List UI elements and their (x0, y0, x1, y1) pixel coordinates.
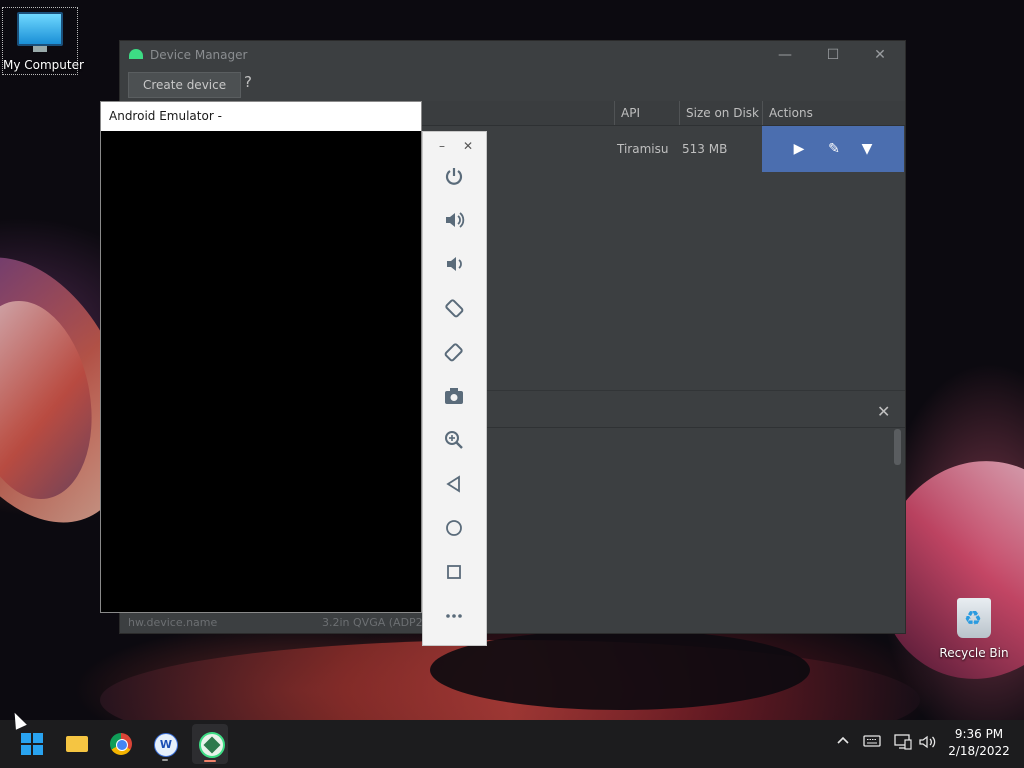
device-manager-titlebar[interactable]: Device Manager — ☐ ✕ (120, 41, 905, 69)
more-actions-dropdown-icon[interactable]: ▼ (856, 138, 878, 160)
android-studio-icon (199, 732, 225, 758)
power-icon[interactable] (439, 165, 469, 193)
help-button[interactable]: ? (244, 73, 252, 91)
recycle-bin-icon (957, 598, 991, 638)
panel-close-icon[interactable]: ✕ (877, 402, 890, 421)
volume-up-icon[interactable] (439, 209, 469, 237)
device-api-cell: Tiramisu (617, 142, 669, 156)
recycle-bin-desktop-icon[interactable]: Recycle Bin (937, 598, 1011, 660)
minimize-button[interactable]: — (770, 45, 800, 65)
rotate-right-icon[interactable] (439, 341, 469, 369)
column-header-actions[interactable]: Actions (762, 101, 905, 125)
emulator-toolbar: – ✕ (422, 131, 487, 646)
camera-icon[interactable] (439, 385, 469, 413)
more-icon[interactable] (439, 605, 469, 633)
my-computer-desktop-icon[interactable]: My Computer (2, 7, 84, 75)
network-icon[interactable] (894, 734, 912, 754)
clock-date: 2/18/2022 (948, 744, 1010, 758)
chevron-up-icon[interactable] (836, 734, 850, 752)
windows-logo-icon (21, 733, 43, 755)
column-header-size[interactable]: Size on Disk (679, 101, 762, 125)
emulator-screen[interactable] (101, 131, 421, 612)
maximize-button[interactable]: ☐ (818, 45, 848, 65)
device-size-cell: 513 MB (682, 142, 728, 156)
edit-pencil-icon[interactable]: ✎ (823, 138, 845, 160)
column-header-api[interactable]: API (614, 101, 679, 125)
taskbar: W 9:36 PM 2/18/2022 (0, 720, 1024, 768)
app-icon: W (154, 733, 178, 757)
emulator-minimize-button[interactable]: – (433, 138, 451, 154)
close-button[interactable]: ✕ (865, 45, 895, 65)
details-status-row: hw.device.name 3.2in QVGA (ADP2) (120, 613, 905, 633)
folder-icon (66, 736, 88, 752)
wallpaper-swirl (430, 630, 810, 710)
clock-time: 9:36 PM (954, 727, 1004, 741)
rotate-left-icon[interactable] (439, 297, 469, 325)
zoom-icon[interactable] (439, 429, 469, 457)
emulator-close-button[interactable]: ✕ (459, 138, 477, 154)
file-explorer-button[interactable] (60, 728, 94, 760)
running-indicator (162, 759, 168, 761)
emulator-titlebar[interactable]: Android Emulator - 3.2_QVGA_ADP2_API_Tir… (101, 102, 421, 152)
device-manager-toolbar: Create device ? (120, 69, 905, 101)
monitor-icon (17, 12, 63, 52)
home-icon[interactable] (439, 517, 469, 545)
android-studio-button[interactable] (192, 724, 228, 764)
launch-play-icon[interactable]: ▶ (788, 138, 810, 160)
taskbar-clock[interactable]: 9:36 PM 2/18/2022 (944, 726, 1014, 760)
android-emulator-window: Android Emulator - 3.2_QVGA_ADP2_API_Tir… (100, 101, 422, 613)
active-indicator (204, 760, 216, 762)
volume-icon[interactable] (918, 734, 938, 754)
device-manager-title: Device Manager (150, 48, 248, 62)
start-button[interactable] (16, 728, 50, 760)
chrome-icon (110, 733, 132, 755)
create-device-button[interactable]: Create device (128, 72, 242, 98)
chrome-button[interactable] (104, 728, 138, 760)
back-icon[interactable] (439, 473, 469, 501)
pinned-app-button[interactable]: W (148, 728, 182, 761)
volume-down-icon[interactable] (439, 253, 469, 281)
property-value: 3.2in QVGA (ADP2) (322, 616, 427, 629)
android-logo-icon (129, 49, 143, 59)
my-computer-label: My Computer (3, 58, 84, 72)
keyboard-icon[interactable] (863, 734, 881, 752)
overview-icon[interactable] (439, 561, 469, 589)
device-actions-cell: ▶ ✎ ▼ (762, 126, 904, 172)
recycle-bin-label: Recycle Bin (939, 646, 1009, 660)
property-name: hw.device.name (128, 616, 218, 629)
details-scrollbar[interactable] (894, 429, 901, 465)
